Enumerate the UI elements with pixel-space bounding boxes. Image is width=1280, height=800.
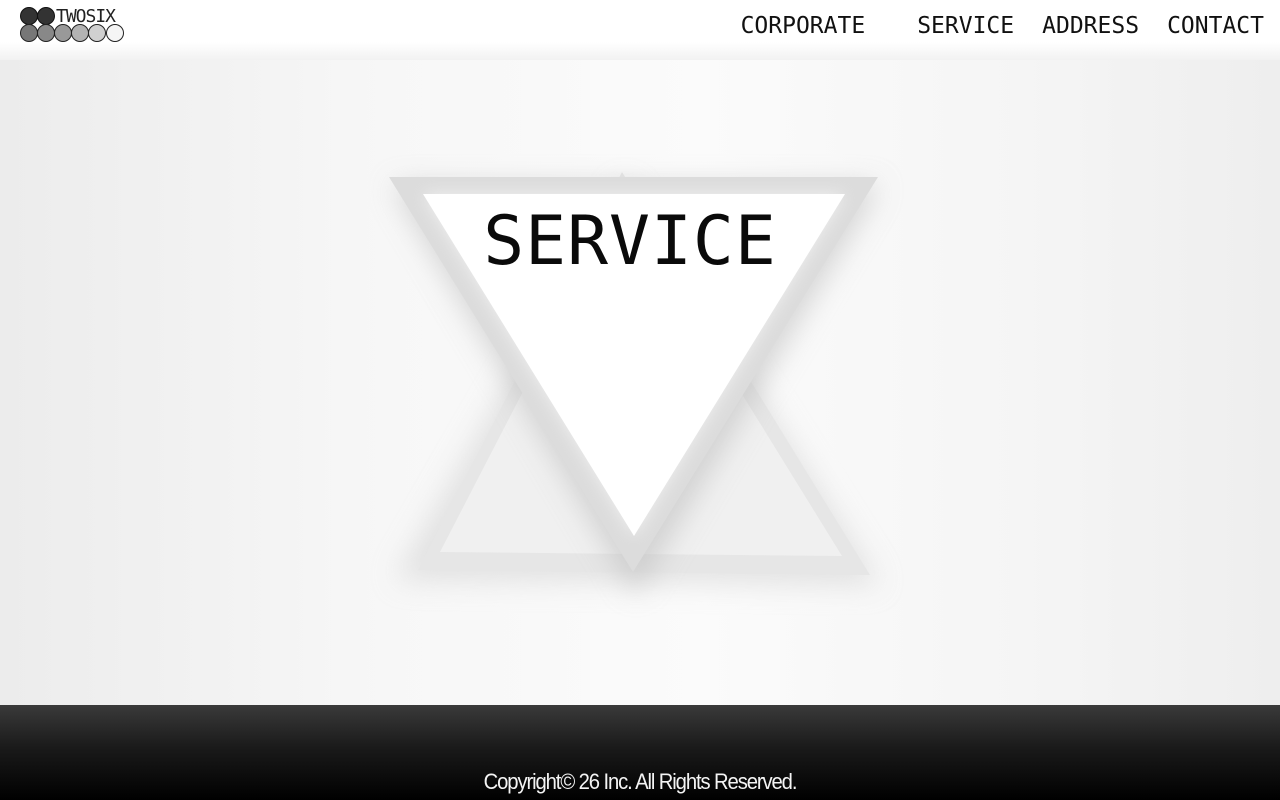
nav-corporate[interactable]: CORPORATE <box>727 10 904 42</box>
main-nav: CORPORATE SERVICE ADDRESS CONTACT <box>727 10 1264 42</box>
nav-service[interactable]: SERVICE <box>903 10 1028 42</box>
copyright-text: Copyright© 26 Inc. All Rights Reserved. <box>483 769 798 794</box>
nav-address[interactable]: ADDRESS <box>1028 10 1153 42</box>
logo-text: TWOSIX <box>56 6 116 27</box>
site-header: TWOSIX CORPORATE SERVICE ADDRESS CONTACT <box>0 0 1280 60</box>
hero-section: SERVICE <box>0 60 1280 705</box>
service-triangle-graphic <box>389 172 880 595</box>
site-footer: Copyright© 26 Inc. All Rights Reserved. <box>0 705 1280 800</box>
hero-title: SERVICE <box>483 202 777 281</box>
nav-contact[interactable]: CONTACT <box>1153 10 1264 42</box>
twosix-logo[interactable]: TWOSIX <box>20 6 130 46</box>
